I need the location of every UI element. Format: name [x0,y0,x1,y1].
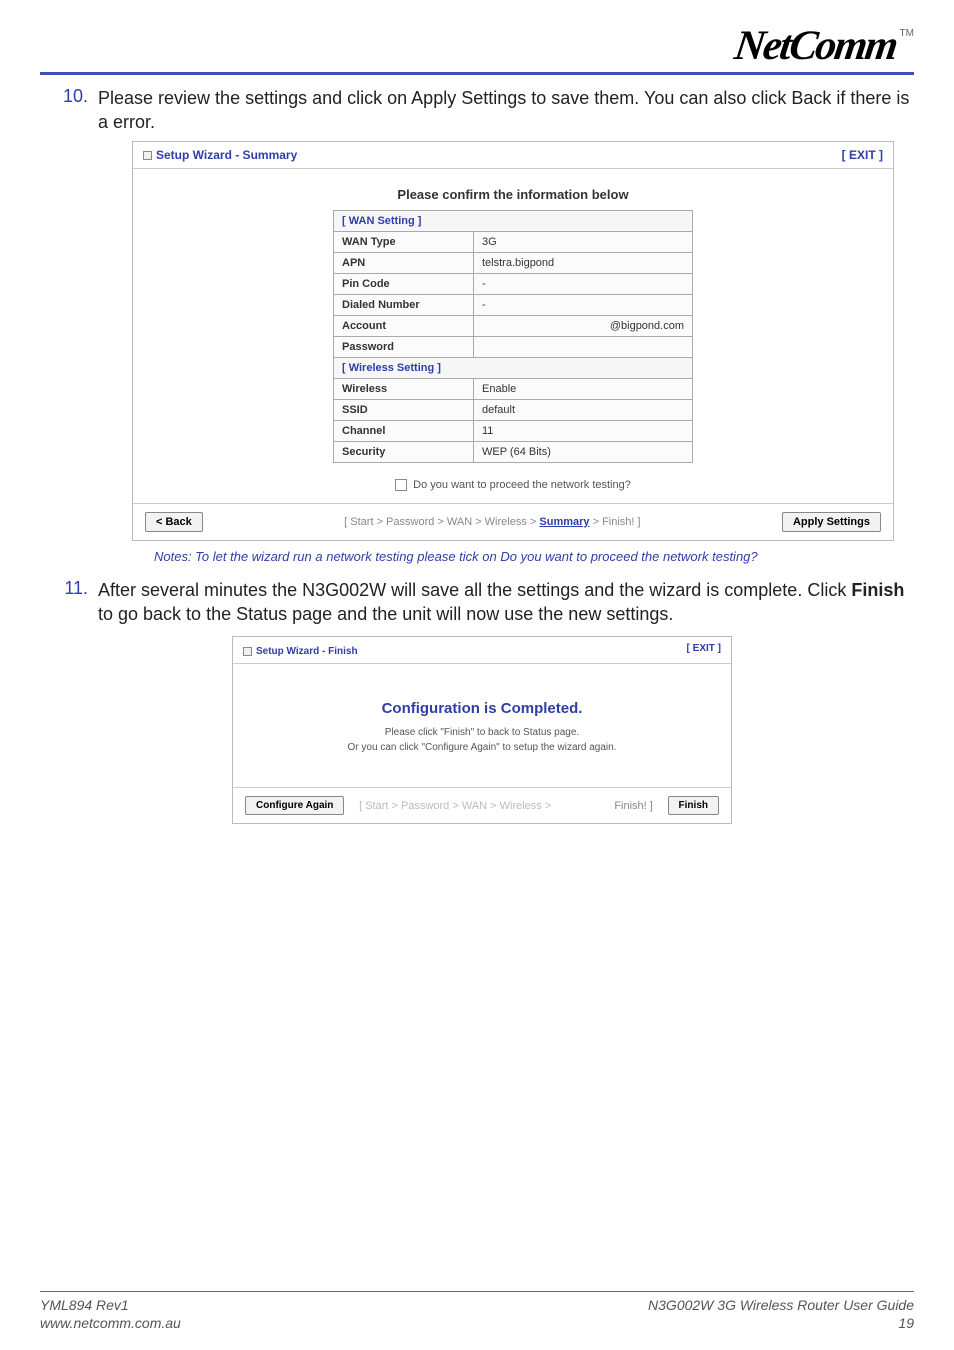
guide-title: N3G002W 3G Wireless Router User Guide [648,1296,914,1314]
finish-button[interactable]: Finish [668,796,719,815]
confirm-heading: Please confirm the information below [133,187,893,202]
step-text: Please review the settings and click on … [98,86,914,135]
window-icon [243,647,252,656]
website-url: www.netcomm.com.au [40,1314,181,1332]
page-number: 19 [648,1314,914,1332]
panel-footer: Configure Again [ Start > Password > WAN… [233,787,731,823]
table-row: WAN Type3G [334,231,693,252]
table-row: APNtelstra.bigpond [334,252,693,273]
footer-left: YML894 Rev1 www.netcomm.com.au [40,1296,181,1332]
note-text: Notes: To let the wizard run a network t… [154,549,914,564]
back-button[interactable]: < Back [145,512,203,532]
step-text: After several minutes the N3G002W will s… [98,578,914,627]
table-row: Account@bigpond.com [334,315,693,336]
config-line1: Please click "Finish" to back to Status … [257,727,707,738]
step-number: 11. [62,578,88,627]
brand-logo: NetComm TM [735,22,914,70]
table-row: Pin Code- [334,273,693,294]
breadcrumb: [ Start > Password > WAN > Wireless > Su… [344,516,640,528]
exit-link[interactable]: [ EXIT ] [687,643,721,657]
finish-panel: Setup Wizard - Finish [ EXIT ] Configura… [232,636,732,824]
panel-title: Setup Wizard - Summary [143,148,297,162]
table-row: SSIDdefault [334,399,693,420]
wan-section-header: [ WAN Setting ] [334,210,693,231]
step-10: 10. Please review the settings and click… [62,86,914,135]
panel-footer: < Back [ Start > Password > WAN > Wirele… [133,503,893,540]
panel-header: Setup Wizard - Summary [ EXIT ] [133,142,893,169]
checkbox[interactable] [395,479,407,491]
table-row: SecurityWEP (64 Bits) [334,441,693,462]
wireless-section-header: [ Wireless Setting ] [334,357,693,378]
table-row: Password [334,336,693,357]
revision: YML894 Rev1 [40,1296,181,1314]
apply-settings-button[interactable]: Apply Settings [782,512,881,532]
config-line2: Or you can click "Configure Again" to se… [257,742,707,753]
network-testing-checkbox-row: Do you want to proceed the network testi… [133,479,893,491]
table-row: WirelessEnable [334,378,693,399]
summary-panel: Setup Wizard - Summary [ EXIT ] Please c… [132,141,894,541]
settings-table: [ WAN Setting ] WAN Type3G APNtelstra.bi… [333,210,693,463]
panel-title: Setup Wizard - Finish [243,643,358,657]
window-icon [143,151,152,160]
exit-link[interactable]: [ EXIT ] [842,148,883,162]
panel-header: Setup Wizard - Finish [ EXIT ] [233,637,731,664]
header-divider [40,72,914,75]
checkbox-label: Do you want to proceed the network testi… [413,479,631,491]
trademark: TM [900,28,914,39]
breadcrumb: [ Start > Password > WAN > Wireless > Fi… [359,800,653,812]
table-row: Dialed Number- [334,294,693,315]
config-complete-heading: Configuration is Completed. [257,700,707,717]
configure-again-button[interactable]: Configure Again [245,796,344,815]
table-row: Channel11 [334,420,693,441]
footer-right: N3G002W 3G Wireless Router User Guide 19 [648,1296,914,1332]
brand-name: NetComm [731,22,899,70]
step-11: 11. After several minutes the N3G002W wi… [62,578,914,627]
step-number: 10. [62,86,88,135]
footer-divider [40,1291,914,1292]
